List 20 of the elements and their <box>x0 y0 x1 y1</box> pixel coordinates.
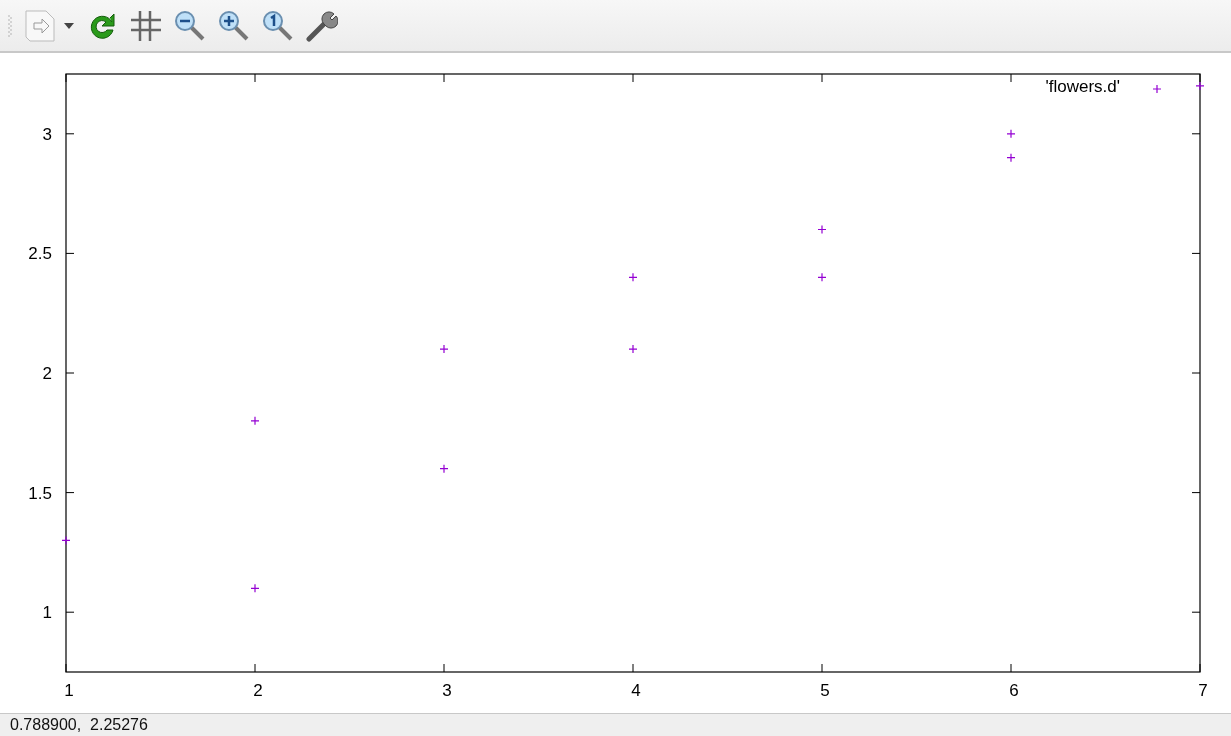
caret-icon[interactable] <box>64 22 74 29</box>
grid-icon[interactable] <box>130 9 162 42</box>
zoom-out-icon[interactable] <box>174 9 206 42</box>
cursor-coordinates: 0.788900, 2.25276 <box>10 716 148 733</box>
y-tick-label: 2.5 <box>28 244 52 264</box>
x-tick-label: 6 <box>1009 681 1019 700</box>
y-tick-label: 2 <box>42 364 52 383</box>
y-tick-label: 3 <box>42 124 52 144</box>
y-tick-label: 1 <box>42 603 52 623</box>
x-tick-label: 4 <box>631 681 641 700</box>
wrench-icon[interactable] <box>306 9 338 42</box>
x-tick-label: 3 <box>442 681 452 700</box>
x-tick-label: 2 <box>253 681 263 700</box>
legend: 'flowers.d' <box>1045 77 1162 96</box>
y-tick-label: 1.5 <box>28 483 52 503</box>
x-tick-label: 7 <box>1198 681 1208 700</box>
x-tick-label: 1 <box>64 681 74 700</box>
x-tick-label: 5 <box>820 681 830 700</box>
zoom-in-icon[interactable] <box>218 9 250 42</box>
zoom-original-icon[interactable] <box>262 9 294 42</box>
